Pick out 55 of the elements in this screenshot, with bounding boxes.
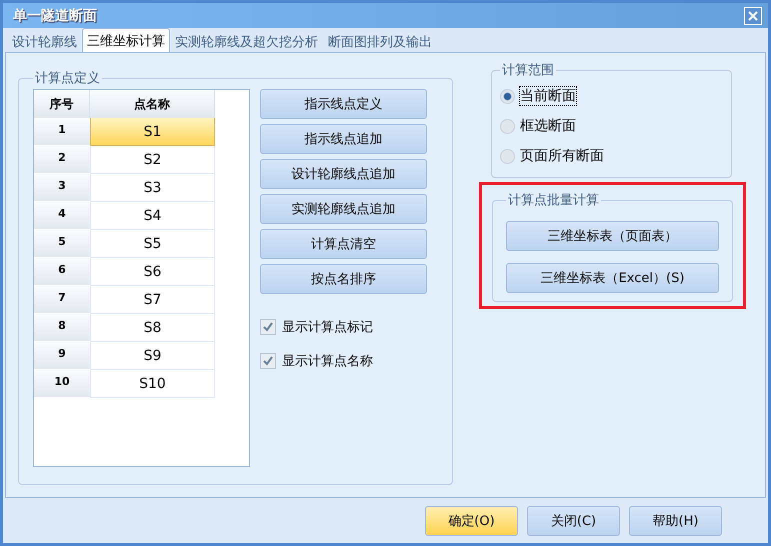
radio-button[interactable] <box>500 88 515 104</box>
export-button[interactable]: 三维坐标表（Excel）(S) <box>506 263 719 293</box>
table-cell[interactable]: S4 <box>90 202 215 230</box>
table-cell[interactable]: S9 <box>90 342 215 370</box>
row-header: 5 <box>34 230 90 258</box>
table-cell[interactable]: S8 <box>90 314 215 342</box>
radio-button[interactable] <box>500 118 515 134</box>
checkbox-label: 显示计算点名称 <box>282 352 373 370</box>
checkbox[interactable] <box>260 318 276 334</box>
table-cell[interactable]: S5 <box>90 230 215 258</box>
column-header: 点名称 <box>90 90 215 118</box>
tab[interactable]: 设计轮廓线 <box>7 30 82 52</box>
action-button[interactable]: 实测轮廓线点追加 <box>260 194 427 224</box>
table-cell[interactable]: S2 <box>90 146 215 174</box>
check-icon <box>263 356 273 366</box>
table-cell[interactable]: S6 <box>90 258 215 286</box>
table-cell[interactable]: S3 <box>90 174 215 202</box>
table-cell[interactable]: S1 <box>90 118 215 146</box>
tab[interactable]: 断面图排列及输出 <box>323 30 437 52</box>
check-icon <box>263 322 273 332</box>
row-header: 8 <box>34 314 90 342</box>
action-button[interactable]: 计算点清空 <box>260 229 427 259</box>
close-icon <box>748 10 758 20</box>
group-title: 计算范围 <box>501 62 555 79</box>
radio-label: 当前断面 <box>520 87 576 105</box>
action-button[interactable]: 指示线点追加 <box>260 124 427 154</box>
row-header: 10 <box>34 370 90 398</box>
dialog-button[interactable]: 关闭(C) <box>527 506 620 536</box>
table-cell[interactable]: S10 <box>90 370 215 398</box>
radio-label: 框选断面 <box>520 117 576 135</box>
action-button[interactable]: 按点名排序 <box>260 264 427 294</box>
action-button[interactable]: 指示线点定义 <box>260 89 427 119</box>
group-title: 计算点定义 <box>34 70 101 87</box>
row-header: 3 <box>34 174 90 202</box>
checkbox-label: 显示计算点标记 <box>282 318 373 336</box>
export-button[interactable]: 三维坐标表（页面表） <box>506 221 719 251</box>
close-button[interactable] <box>744 6 762 24</box>
row-header: 4 <box>34 202 90 230</box>
tab[interactable]: 三维坐标计算 <box>82 28 170 52</box>
radio-button[interactable] <box>500 148 515 164</box>
radio-label: 页面所有断面 <box>520 147 604 165</box>
row-header: 9 <box>34 342 90 370</box>
column-header: 序号 <box>34 90 90 118</box>
tab[interactable]: 实测轮廓线及超欠挖分析 <box>170 30 323 52</box>
dialog-button[interactable]: 帮助(H) <box>629 506 722 536</box>
row-header: 1 <box>34 118 90 146</box>
window-title: 单一隧道断面 <box>13 6 97 24</box>
row-header: 2 <box>34 146 90 174</box>
table-cell[interactable]: S7 <box>90 286 215 314</box>
row-header: 6 <box>34 258 90 286</box>
checkbox[interactable] <box>260 352 276 368</box>
dialog-button[interactable]: 确定(O) <box>425 506 518 536</box>
row-header: 7 <box>34 286 90 314</box>
action-button[interactable]: 设计轮廓线点追加 <box>260 159 427 189</box>
group-title: 计算点批量计算 <box>507 192 600 209</box>
